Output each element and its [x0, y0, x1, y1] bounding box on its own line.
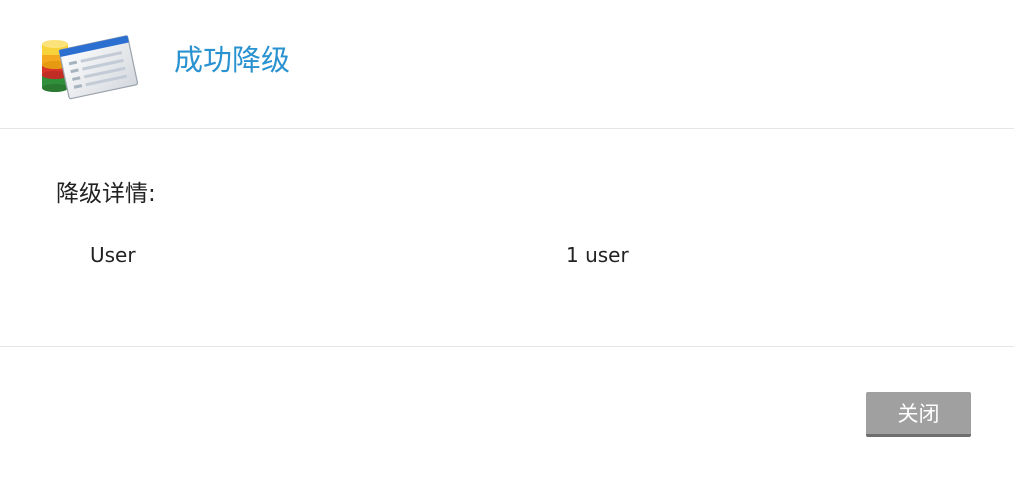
dialog-header: 成功降级: [0, 0, 1014, 129]
details-row-label: User: [90, 243, 136, 267]
dialog-title: 成功降级: [174, 43, 291, 77]
details-heading: 降级详情:: [56, 181, 156, 207]
dialog-body: 降级详情: User 1 user: [0, 129, 1014, 347]
details-row: User 1 user: [0, 241, 1014, 271]
close-button[interactable]: 关闭: [866, 392, 971, 437]
details-row-value: 1 user: [566, 243, 629, 267]
downgrade-result-dialog: 成功降级 降级详情: User 1 user 关闭: [0, 0, 1014, 480]
database-list-icon: [42, 35, 139, 100]
